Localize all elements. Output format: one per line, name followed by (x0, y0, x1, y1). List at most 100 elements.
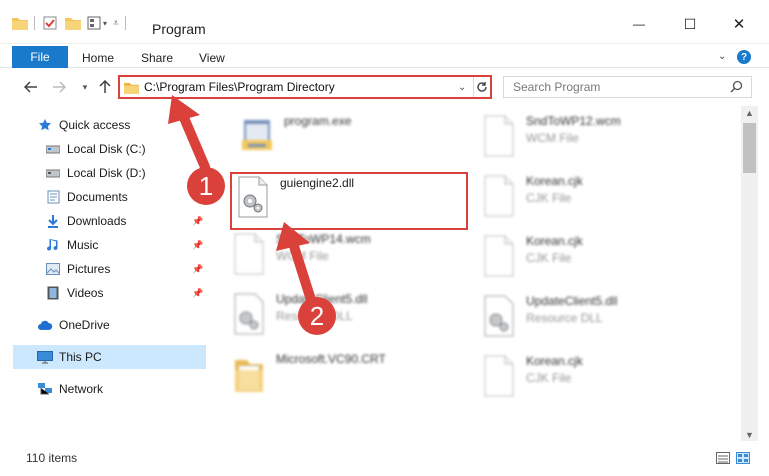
pin-icon[interactable]: 📌 (192, 216, 203, 226)
dll-file-icon (234, 293, 264, 335)
sidebar-item-downloads[interactable]: Downloads (45, 210, 126, 232)
status-bar (0, 444, 769, 476)
sidebar-item-label: Local Disk (D:) (67, 166, 146, 180)
file-item[interactable]: Korean.cjk CJK File (482, 234, 583, 278)
file-name: UpdateClient5.dll (526, 294, 618, 308)
up-button[interactable] (96, 78, 114, 96)
wcm-file-icon (234, 233, 264, 275)
sidebar-item-music[interactable]: Music (45, 234, 98, 256)
tab-home[interactable]: Home (82, 51, 114, 65)
file-item[interactable]: UpdateClient5.dll Resource DLL (482, 294, 617, 338)
music-icon (45, 237, 61, 253)
wcm-file-icon (484, 115, 514, 157)
forward-button[interactable] (50, 78, 68, 96)
details-view-icon[interactable] (716, 452, 730, 464)
sidebar-item-quick-access[interactable]: Quick access (37, 114, 130, 136)
sidebar-item-label: Documents (67, 190, 128, 204)
search-icon[interactable] (730, 80, 743, 93)
highlight-box (230, 172, 468, 230)
expand-ribbon-icon[interactable]: ⌄ (718, 51, 728, 62)
scroll-up-icon[interactable]: ▲ (745, 108, 754, 118)
item-count: 110 items (26, 451, 78, 465)
tab-view[interactable]: View (199, 51, 225, 65)
sidebar-item-label: Music (67, 238, 99, 252)
quick-access-toolbar: ▾ ⩡ (12, 14, 126, 32)
drive-icon (45, 165, 61, 181)
folder-icon (124, 82, 139, 94)
pin-icon[interactable]: 📌 (192, 264, 203, 274)
sidebar-item-pictures[interactable]: Pictures (45, 258, 110, 280)
file-item[interactable]: Korean.cjk CJK File (482, 354, 583, 398)
cloud-icon (37, 317, 53, 333)
file-type: WCM File (276, 249, 329, 263)
file-item[interactable]: SndToWP12.wcm WCM File (482, 114, 621, 158)
refresh-icon (477, 82, 487, 92)
sidebar-item-label: OneDrive (59, 318, 110, 332)
sidebar-item-local-disk-d[interactable]: Local Disk (D:) (45, 162, 146, 184)
customize-toolbar-icon[interactable]: ⩡ (113, 18, 119, 29)
sidebar-item-local-disk-c[interactable]: Local Disk (C:) (45, 138, 146, 160)
refresh-button[interactable] (473, 77, 490, 97)
file-type: CJK File (526, 371, 572, 385)
file-item[interactable]: program.exe (240, 114, 351, 158)
drive-icon (45, 141, 61, 157)
exe-file-icon (242, 120, 272, 150)
search-input[interactable]: Search Program (513, 80, 600, 94)
file-name: SndToWP12.wcm (526, 114, 621, 128)
dropdown-icon[interactable]: ▾ (103, 19, 107, 28)
pin-icon[interactable]: 📌 (192, 288, 203, 298)
file-name: Korean.cjk (526, 174, 583, 188)
arrow-up-icon (99, 80, 111, 93)
sidebar-item-documents[interactable]: Documents (45, 186, 128, 208)
minimize-button[interactable]: — (616, 9, 662, 39)
computer-icon (37, 349, 53, 365)
ribbon (0, 44, 769, 68)
file-name: SndToWP14.wcm (276, 232, 371, 246)
large-icons-view-icon[interactable] (736, 452, 750, 464)
pin-icon[interactable]: 📌 (192, 240, 203, 250)
view-options-icon[interactable] (87, 16, 101, 30)
chevron-down-icon: ▾ (82, 81, 88, 92)
search-box[interactable]: Search Program (503, 76, 752, 98)
network-icon (37, 381, 53, 397)
tab-file[interactable]: File (12, 46, 68, 68)
properties-icon[interactable] (43, 16, 57, 30)
sidebar-item-label: Videos (67, 286, 104, 300)
star-icon (37, 117, 53, 133)
videos-icon (45, 285, 61, 301)
chevron-down-icon[interactable]: ⌄ (458, 79, 470, 95)
sidebar-item-this-pc[interactable]: This PC (37, 346, 102, 368)
file-name: program.exe (284, 114, 352, 128)
window-title: Program (152, 21, 206, 37)
arrow-right-icon (53, 81, 66, 93)
address-bar[interactable]: C:\Program Files\Program Directory ⌄ (118, 75, 492, 99)
folder-icon[interactable] (12, 16, 28, 30)
new-folder-icon[interactable] (65, 16, 81, 30)
file-item[interactable]: Microsoft.VC90.CRT (232, 352, 386, 396)
tab-share[interactable]: Share (141, 51, 173, 65)
download-icon (45, 213, 61, 229)
folder-icon (235, 360, 263, 392)
scroll-down-icon[interactable]: ▼ (745, 430, 754, 440)
file-item[interactable]: Korean.cjk CJK File (482, 174, 583, 218)
sidebar-item-videos[interactable]: Videos (45, 282, 103, 304)
file-name: Korean.cjk (526, 354, 583, 368)
file-name: Microsoft.VC90.CRT (276, 352, 386, 366)
sidebar-item-label: Pictures (67, 262, 111, 276)
maximize-button[interactable]: ☐ (667, 9, 713, 39)
sidebar-item-network[interactable]: Network (37, 378, 103, 400)
close-button[interactable]: ✕ (716, 9, 762, 39)
sidebar-item-label: Network (59, 382, 104, 396)
address-path[interactable]: C:\Program Files\Program Directory (144, 80, 335, 94)
recent-locations-button[interactable]: ▾ (76, 78, 94, 96)
arrow-left-icon (24, 81, 37, 93)
sidebar-item-label: This PC (59, 350, 102, 364)
help-button[interactable]: ? (737, 50, 751, 64)
scroll-thumb[interactable] (743, 123, 756, 173)
file-name: Korean.cjk (526, 234, 583, 248)
sidebar-item-onedrive[interactable]: OneDrive (37, 314, 110, 336)
file-item[interactable]: SndToWP14.wcm WCM File (232, 232, 371, 276)
back-button[interactable] (22, 78, 40, 96)
sidebar-item-label: Downloads (67, 214, 127, 228)
dll-file-icon (484, 295, 514, 337)
